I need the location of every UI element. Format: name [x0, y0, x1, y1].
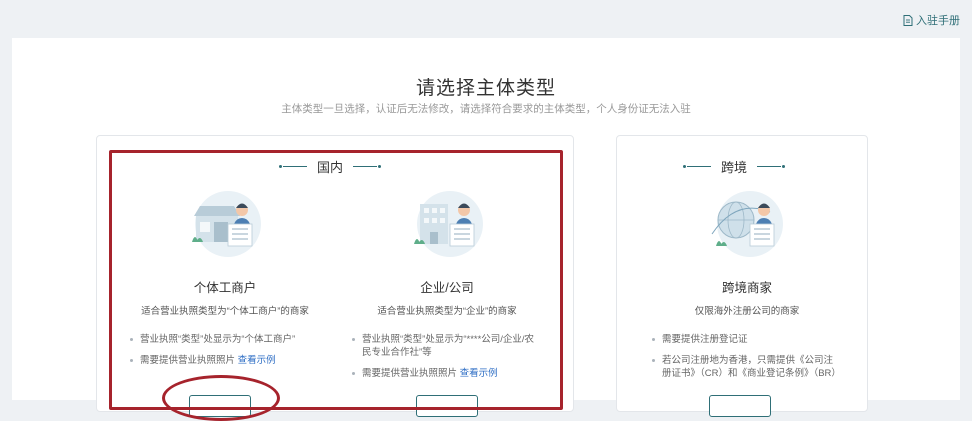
select-cross-border-button[interactable]: [709, 395, 771, 417]
requirement-text: 营业执照“类型”处显示为“个体工商户”: [140, 334, 296, 345]
domestic-section-header: 国内: [279, 157, 382, 176]
option-individual-business[interactable]: 个体工商户 适合营业执照类型为“个体工商户”的商家 营业执照“类型”处显示为“个…: [130, 188, 320, 375]
option-name: 跨境商家: [721, 281, 772, 295]
requirement-text: 营业执照“类型”处显示为“****公司/企业/农民专业合作社”等: [362, 334, 535, 358]
option-name: 企业/公司: [420, 281, 474, 295]
header-divider: [683, 165, 711, 168]
office-building-merchant-icon: [414, 191, 483, 257]
requirement-item: 需要提供营业执照照片 查看示例: [352, 367, 542, 380]
globe-merchant-icon: [711, 191, 783, 257]
requirement-item: 营业执照“类型”处显示为“****公司/企业/农民专业合作社”等: [352, 333, 542, 359]
cross-border-section-header: 跨境: [683, 157, 786, 176]
document-icon: [903, 14, 913, 26]
header-divider: [279, 165, 307, 168]
top-bar: 入驻手册: [0, 0, 972, 36]
option-description: 适合营业执照类型为“个体工商户”的商家: [141, 306, 309, 317]
requirement-text: 需要提供营业执照照片: [362, 368, 458, 379]
page-subtitle: 主体类型一旦选择，认证后无法修改，请选择符合要求的主体类型，个人身份证无法入驻: [281, 103, 691, 115]
requirement-list: 营业执照“类型”处显示为“个体工商户” 需要提供营业执照照片 查看示例: [130, 333, 320, 367]
cross-border-header-label: 跨境: [721, 160, 748, 175]
requirement-list: 营业执照“类型”处显示为“****公司/企业/农民专业合作社”等 需要提供营业执…: [352, 333, 542, 380]
requirement-item: 需要提供注册登记证: [652, 333, 842, 346]
requirement-item: 营业执照“类型”处显示为“个体工商户”: [130, 333, 320, 346]
requirement-item: 若公司注册地为香港，只需提供《公司注册证书》（CR）和《商业登记条例》（BR）: [652, 354, 842, 380]
page-title: 请选择主体类型: [415, 78, 556, 99]
option-cross-border-merchant[interactable]: 跨境商家 仅限海外注册公司的商家 需要提供注册登记证 若公司注册地为香港，只需提…: [652, 188, 842, 388]
manual-label: 入驻手册: [916, 15, 960, 27]
requirement-text: 需要提供注册登记证: [662, 334, 748, 345]
requirement-text: 若公司注册地为香港，只需提供《公司注册证书》（CR）和《商业登记条例》（BR）: [662, 355, 841, 379]
view-example-link[interactable]: 查看示例: [238, 355, 276, 366]
domestic-header-label: 国内: [317, 160, 344, 175]
select-company-button[interactable]: [416, 395, 478, 417]
option-description: 仅限海外注册公司的商家: [694, 306, 800, 317]
requirement-item: 需要提供营业执照照片 查看示例: [130, 354, 320, 367]
option-description: 适合营业执照类型为“企业”的商家: [377, 306, 517, 317]
requirement-list: 需要提供注册登记证 若公司注册地为香港，只需提供《公司注册证书》（CR）和《商业…: [652, 333, 842, 380]
main-panel: 请选择主体类型 主体类型一旦选择，认证后无法修改，请选择符合要求的主体类型，个人…: [12, 38, 960, 421]
view-example-link[interactable]: 查看示例: [460, 368, 498, 379]
requirement-text: 需要提供营业执照照片: [140, 355, 236, 366]
option-name: 个体工商户: [193, 281, 257, 295]
header-divider: [757, 165, 786, 168]
merchant-manual-link[interactable]: 入驻手册: [903, 12, 960, 28]
select-individual-button[interactable]: [189, 395, 251, 417]
header-divider: [353, 165, 382, 168]
storefront-merchant-icon: [192, 191, 261, 257]
option-company[interactable]: 企业/公司 适合营业执照类型为“企业”的商家 营业执照“类型”处显示为“****…: [352, 188, 542, 388]
